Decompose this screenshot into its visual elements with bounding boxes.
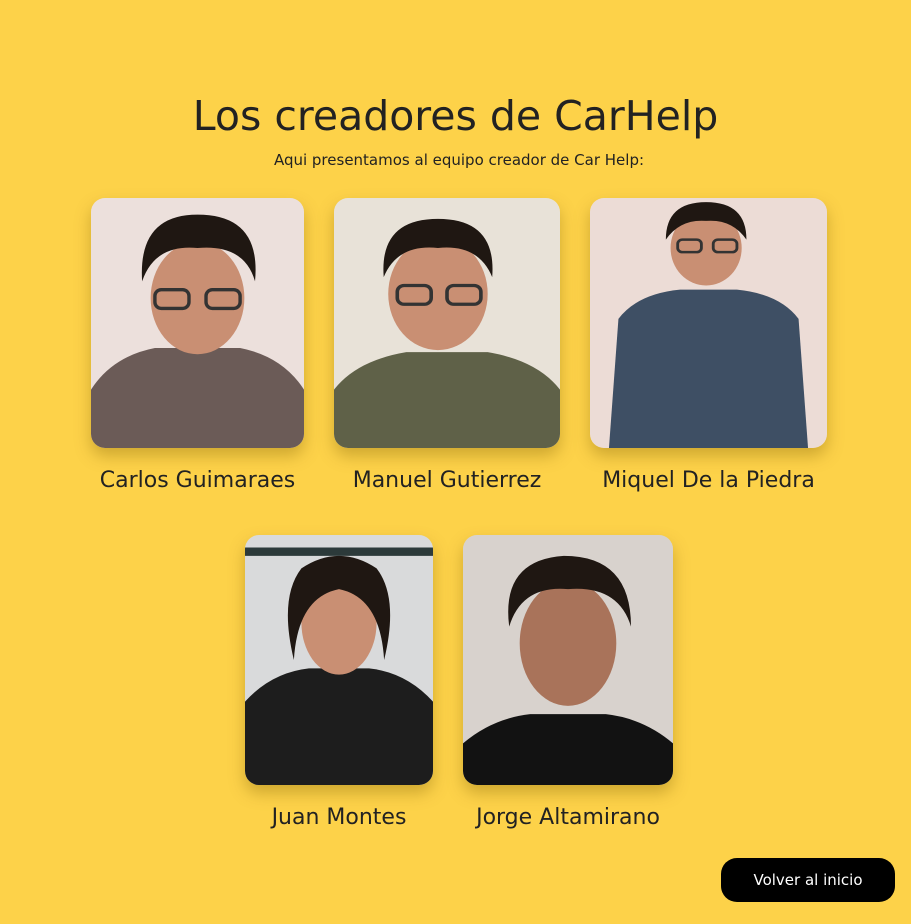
portrait-image — [590, 198, 827, 448]
member-name: Carlos Guimaraes — [99, 468, 296, 493]
portrait-image — [245, 535, 433, 785]
portrait-image — [334, 198, 560, 448]
portrait-image — [91, 198, 304, 448]
member-name: Jorge Altamirano — [476, 805, 660, 830]
member-photo — [334, 198, 560, 448]
member-photo — [245, 535, 433, 785]
portrait-image — [463, 535, 673, 785]
member-name: Juan Montes — [271, 805, 407, 830]
back-to-home-button[interactable]: Volver al inicio — [721, 858, 895, 902]
member-name: Manuel Gutierrez — [352, 468, 542, 493]
page-title: Los creadores de CarHelp — [192, 92, 719, 140]
member-name: Miquel De la Piedra — [602, 468, 815, 493]
member-photo — [463, 535, 673, 785]
member-photo — [590, 198, 827, 448]
page-subtitle: Aqui presentamos al equipo creador de Ca… — [273, 151, 645, 169]
member-photo — [91, 198, 304, 448]
